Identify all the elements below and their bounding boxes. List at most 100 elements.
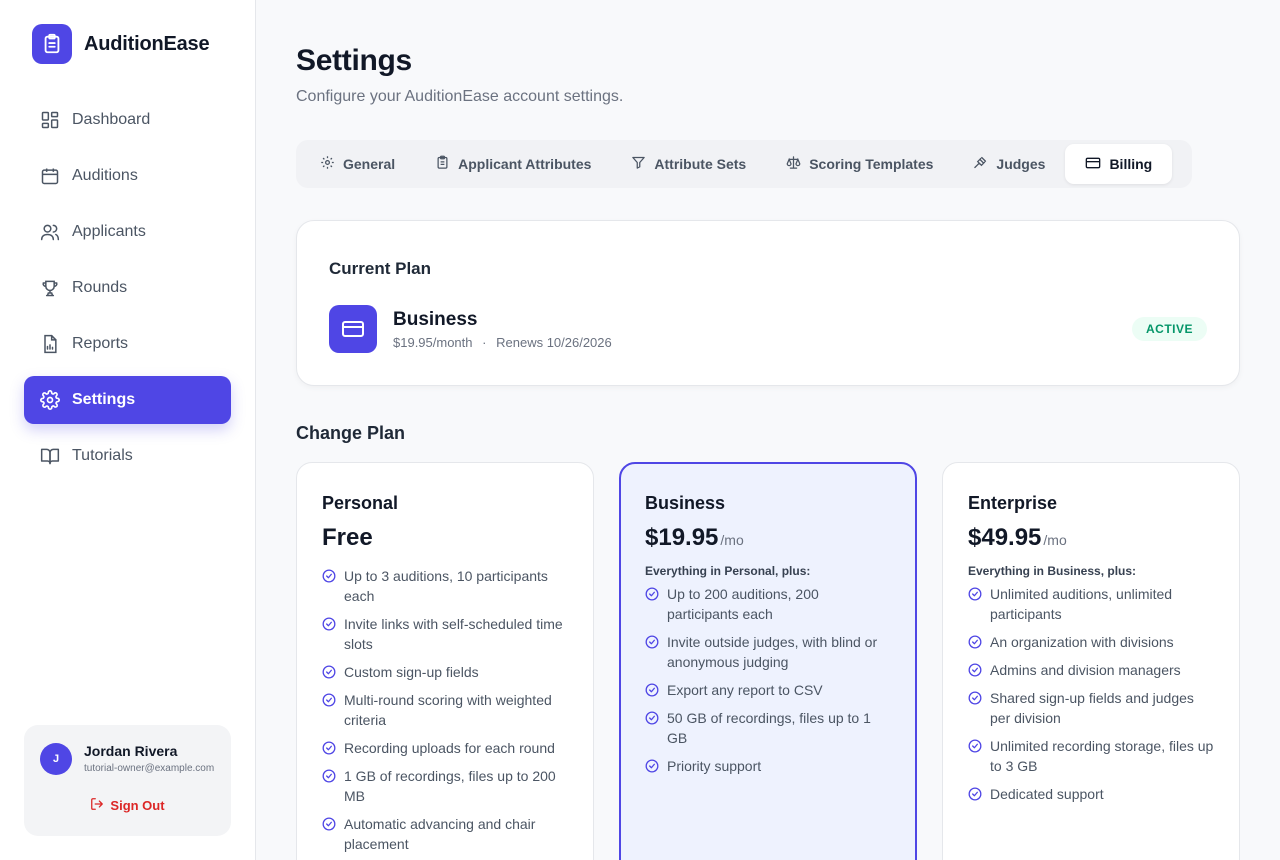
feature-text: Multi-round scoring with weighted criter…	[344, 692, 552, 728]
plan-price-amount: Free	[322, 524, 373, 551]
clipboard-icon	[435, 155, 450, 173]
check-circle-icon	[322, 768, 336, 783]
plan-price-period: /mo	[1043, 532, 1067, 548]
feature-text: Invite outside judges, with blind or ano…	[667, 634, 878, 670]
plan-price: Free	[322, 524, 569, 552]
status-badge: ACTIVE	[1131, 317, 1207, 341]
feature-item: Admins and division managers	[968, 660, 1215, 680]
current-plan-meta: $19.95/month · Renews 10/26/2026	[393, 335, 612, 350]
settings-tabs: General Applicant Attributes Attribute S…	[296, 140, 1192, 188]
brand[interactable]: AuditionEase	[32, 24, 210, 64]
tab-label: Attribute Sets	[654, 156, 747, 172]
gear-icon	[40, 390, 60, 410]
feature-item: Recording uploads for each round	[322, 738, 569, 758]
feature-list: Unlimited auditions, unlimited participa…	[968, 584, 1215, 804]
sidebar-item-label: Auditions	[72, 167, 138, 184]
feature-item: Unlimited recording storage, files up to…	[968, 736, 1215, 776]
filter-icon	[631, 155, 646, 173]
feature-item: Multi-round scoring with weighted criter…	[322, 690, 569, 730]
feature-list: Up to 3 auditions, 10 participants each I…	[322, 566, 569, 854]
feature-item: Invite links with self-scheduled time sl…	[322, 614, 569, 654]
tab-billing[interactable]: Billing	[1065, 144, 1173, 184]
report-icon	[40, 334, 60, 354]
user-email: tutorial-owner@example.com	[84, 763, 215, 774]
calendar-icon	[40, 166, 60, 186]
feature-item: 50 GB of recordings, files up to 1 GB	[645, 708, 892, 748]
clipboard-logo-icon	[32, 24, 72, 64]
feature-item: Up to 200 auditions, 200 participants ea…	[645, 584, 892, 624]
sidebar-item-tutorials[interactable]: Tutorials	[24, 432, 231, 480]
tab-judges[interactable]: Judges	[953, 144, 1065, 184]
tab-applicant-attributes[interactable]: Applicant Attributes	[415, 144, 611, 184]
dashboard-icon	[40, 110, 60, 130]
check-circle-icon	[322, 740, 336, 755]
tab-attribute-sets[interactable]: Attribute Sets	[611, 144, 766, 184]
sidebar-item-rounds[interactable]: Rounds	[24, 264, 231, 312]
feature-item: Shared sign-up fields and judges per div…	[968, 688, 1215, 728]
sidebar-item-label: Rounds	[72, 279, 128, 296]
feature-item: Custom sign-up fields	[322, 662, 569, 682]
feature-text: Custom sign-up fields	[344, 664, 479, 680]
sidebar-item-settings[interactable]: Settings	[24, 376, 231, 424]
book-icon	[40, 446, 60, 466]
feature-text: 50 GB of recordings, files up to 1 GB	[667, 710, 871, 746]
feature-item: Priority support	[645, 756, 892, 776]
user-card: J Jordan Rivera tutorial-owner@example.c…	[24, 725, 231, 836]
sidebar: AuditionEase Dashboard Auditions Applica…	[0, 0, 256, 860]
check-circle-icon	[645, 586, 659, 601]
change-plan-heading: Change Plan	[296, 423, 406, 443]
plan-lead: Everything in Business, plus:	[968, 564, 1137, 578]
current-plan-renews: Renews 10/26/2026	[496, 335, 612, 350]
check-circle-icon	[322, 692, 336, 707]
tab-label: Billing	[1109, 156, 1153, 172]
plan-card-business[interactable]: Business $19.95/mo Everything in Personal,…	[619, 462, 917, 860]
check-circle-icon	[968, 786, 982, 801]
sidebar-item-reports[interactable]: Reports	[24, 320, 231, 368]
sign-out-button[interactable]: Sign Out	[24, 797, 231, 814]
plan-price: $49.95/mo	[968, 524, 1215, 552]
plan-card-personal[interactable]: Personal Free Up to 3 auditions, 10 partic…	[296, 462, 594, 860]
sidebar-item-label: Settings	[72, 391, 136, 408]
plan-price-period: /mo	[720, 532, 744, 548]
plan-price-amount: $19.95	[645, 524, 719, 551]
current-plan-price: $19.95/month	[393, 335, 473, 350]
plan-name: Personal	[322, 493, 399, 513]
feature-item: An organization with divisions	[968, 632, 1215, 652]
sidebar-item-label: Tutorials	[72, 447, 133, 464]
feature-item: 1 GB of recordings, files up to 200 MB	[322, 766, 569, 806]
tab-scoring-templates[interactable]: Scoring Templates	[766, 144, 953, 184]
tab-label: Applicant Attributes	[458, 156, 592, 172]
sidebar-item-dashboard[interactable]: Dashboard	[24, 96, 231, 144]
avatar: J	[40, 743, 72, 775]
feature-item: Unlimited auditions, unlimited participa…	[968, 584, 1215, 624]
feature-text: Recording uploads for each round	[344, 740, 555, 756]
tab-label: General	[343, 156, 396, 172]
feature-text: Admins and division managers	[990, 662, 1181, 678]
sidebar-item-label: Applicants	[72, 223, 146, 240]
feature-text: Unlimited recording storage, files up to…	[990, 738, 1214, 774]
current-plan-name: Business	[393, 309, 478, 330]
sign-out-label: Sign Out	[110, 798, 165, 813]
sidebar-nav: Dashboard Auditions Applicants Rounds Re…	[24, 96, 231, 488]
sidebar-item-applicants[interactable]: Applicants	[24, 208, 231, 256]
feature-item: Up to 3 auditions, 10 participants each	[322, 566, 569, 606]
check-circle-icon	[645, 758, 659, 773]
plan-lead: Everything in Personal, plus:	[645, 564, 811, 578]
feature-text: Unlimited auditions, unlimited participa…	[990, 586, 1173, 622]
check-circle-icon	[968, 690, 982, 705]
current-plan-heading: Current Plan	[329, 259, 432, 278]
check-circle-icon	[645, 682, 659, 697]
check-circle-icon	[645, 710, 659, 725]
plan-price-amount: $49.95	[968, 524, 1042, 551]
tab-general[interactable]: General	[300, 144, 415, 184]
plan-card-enterprise[interactable]: Enterprise $49.95/mo Everything in Busines…	[942, 462, 1240, 860]
check-circle-icon	[322, 816, 336, 831]
feature-list: Up to 200 auditions, 200 participants ea…	[645, 584, 892, 776]
check-circle-icon	[968, 662, 982, 677]
logout-icon	[90, 797, 104, 814]
sidebar-item-auditions[interactable]: Auditions	[24, 152, 231, 200]
users-icon	[40, 222, 60, 242]
feature-text: Up to 3 auditions, 10 participants each	[344, 568, 548, 604]
current-plan-card: Current Plan Business $19.95/month · Ren…	[296, 220, 1240, 386]
check-circle-icon	[322, 616, 336, 631]
